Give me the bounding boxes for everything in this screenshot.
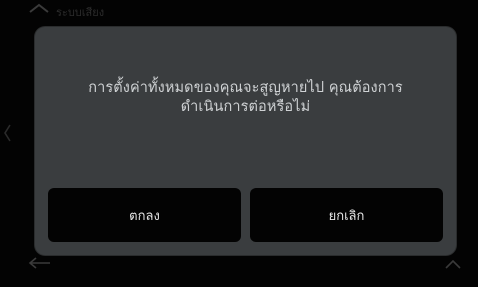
background-title: ระบบเสียง [56,6,105,19]
dialog-button-row: ตกลง ยกเลิก [48,188,443,242]
chevron-left-icon[interactable] [2,122,12,144]
dialog-message-line-2: ดำเนินการต่อหรือไม่ [180,99,311,115]
back-arrow-icon[interactable] [28,256,52,270]
dialog-message: การตั้งค่าทั้งหมดของคุณจะสูญหายไป คุณต้อ… [55,79,436,117]
screen: ระบบเสียง การตั้งค่าทั้งหมดของคุณจะสูญหา… [0,0,478,287]
confirm-reset-dialog: การตั้งค่าทั้งหมดของคุณจะสูญหายไป คุณต้อ… [35,27,456,255]
cancel-button[interactable]: ยกเลิก [250,188,443,242]
background-top-bar: ระบบเสียง [0,0,478,22]
chevron-up-icon[interactable] [444,258,462,270]
dialog-message-line-1: การตั้งค่าทั้งหมดของคุณจะสูญหายไป คุณต้อ… [88,80,403,96]
back-arrow-icon[interactable] [28,2,50,18]
confirm-button[interactable]: ตกลง [48,188,241,242]
